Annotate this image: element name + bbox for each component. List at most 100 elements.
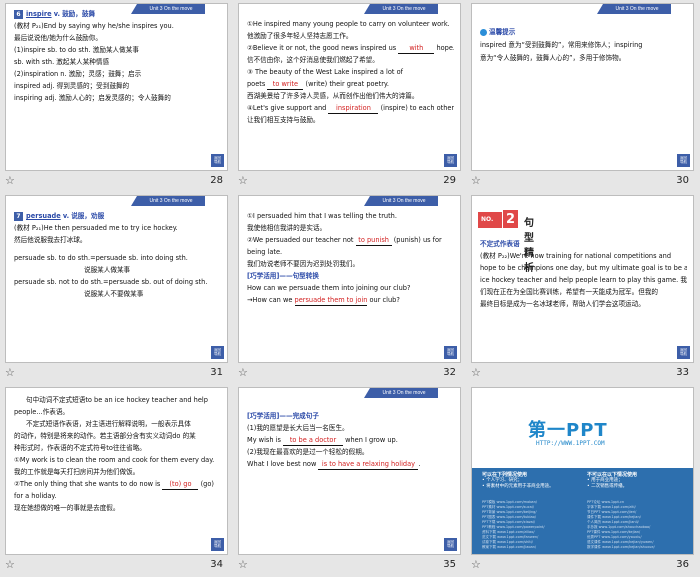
text-line: 的动作，特别是将来的动作。若主语部分含有实义动词do 的某 (14, 432, 196, 440)
text-line: sb. with sth. 激起某人某种情感 (14, 58, 110, 66)
nav-return-button[interactable]: 返回 导航 (211, 346, 224, 359)
slide-thumb-33[interactable]: NO. 2 句型精析 不定式作表语 (教材 P₂₂)We're now trai… (466, 192, 699, 384)
text-line: 句中动词不定式短语to be an ice hockey teacher and… (26, 396, 208, 404)
slide-canvas: NO. 2 句型精析 不定式作表语 (教材 P₂₂)We're now trai… (471, 195, 694, 363)
slide-thumb-31[interactable]: Unit 3 On the move 7 persuade v. 说服，劝服 (… (0, 192, 233, 384)
list-item[interactable]: 数学课件 www.1ppt.com/kejian/shuxue/ (587, 545, 655, 550)
answer-blank: to be a doctor (283, 436, 343, 446)
nav-return-button[interactable]: 返回 导航 (444, 538, 457, 551)
text-line: (1)我的愿望是长大后当一名医生。 (247, 424, 349, 432)
text-line: for a holiday. (14, 492, 57, 500)
nav-return-button[interactable]: 返回 导航 (677, 154, 690, 167)
text-line: 说服某人不要做某事 (84, 290, 144, 298)
nav-return-button[interactable]: 返回 导航 (211, 538, 224, 551)
text-line: (1)inspire sb. to do sth. 激励某人做某事 (14, 46, 139, 54)
slide-canvas: Unit 3 On the move 温馨提示 inspired 意为“受到鼓舞… (471, 3, 694, 171)
text-line: 现在她想做的唯一的事就是去度假。 (14, 504, 120, 512)
link-list: PPT模板 www.1ppt.com/moban/ PPT素材 www.1ppt… (482, 500, 545, 550)
answer-blank: (to) go (162, 480, 199, 490)
slide-thumb-35[interactable]: Unit 3 On the move [巧学活用]——完成句子 (1)我的愿望是… (233, 384, 466, 576)
list-item[interactable]: 教案下载 www.1ppt.com/jiaoan/ (482, 545, 545, 550)
page-number: 28 (210, 175, 223, 186)
text-line: ②We persuaded our teacher not to punish … (247, 236, 442, 246)
text-line: poets to write (write) their great poetr… (247, 80, 389, 90)
unit-tag: Unit 3 On the move (131, 196, 205, 206)
text-line: (教材 P₂₂)We're now training for national … (480, 252, 672, 260)
text-line: 说服某人做某事 (84, 266, 131, 274)
slide-thumb-34[interactable]: 句中动词不定式短语to be an ice hockey teacher and… (0, 384, 233, 576)
vocab-heading: 7 persuade v. 说服，劝服 (14, 210, 221, 222)
page-number: 30 (676, 175, 689, 186)
star-icon[interactable]: ☆ (5, 557, 15, 573)
text-line: ②Believe it or not, the good news inspir… (247, 44, 454, 54)
text-line: What I love best now is to have a relaxi… (247, 460, 421, 470)
page-number: 34 (210, 559, 223, 570)
keyword: inspire (26, 10, 52, 18)
star-icon[interactable]: ☆ (471, 173, 481, 189)
star-icon[interactable]: ☆ (471, 557, 481, 573)
text-line: 最后说说他/她为什么鼓励你。 (14, 34, 102, 42)
tip-heading: 温馨提示 (480, 26, 687, 39)
text-line: 我们劝说老师不要因为迟到处罚我们。 (247, 260, 360, 268)
text-line: How can we persuade them into joining ou… (247, 284, 411, 292)
answer-blank: persuade them to join (294, 296, 368, 306)
star-icon[interactable]: ☆ (471, 365, 481, 381)
unit-tag: Unit 3 On the move (597, 4, 671, 14)
slide-canvas: Unit 3 On the move 6 inspire v. 鼓励，鼓舞 (教… (5, 3, 228, 171)
nav-return-button[interactable]: 返回 导航 (211, 154, 224, 167)
text-line: ③ The beauty of the West Lake inspired a… (247, 68, 403, 76)
section-label: [巧学活用]——完成句子 (247, 412, 319, 420)
text-line: ①He inspired many young people to carry … (247, 20, 450, 28)
text-line: persuade sb. not to do sth.=persuade sb.… (14, 278, 208, 286)
slide-thumb-32[interactable]: Unit 3 On the move ①I persuaded him that… (233, 192, 466, 384)
slide-canvas: 句中动词不定式短语to be an ice hockey teacher and… (5, 387, 228, 555)
star-icon[interactable]: ☆ (238, 365, 248, 381)
slide-thumb-36[interactable]: 第一PPT HTTP://WWW.1PPT.COM 可以在下列情况使用 • 个人… (466, 384, 699, 576)
text-line: persuade sb. to do sth.=persuade sb. int… (14, 254, 188, 262)
text-line: 意为“令人鼓舞的，鼓舞人心的”，多用于修饰物。 (480, 54, 626, 62)
star-icon[interactable]: ☆ (238, 557, 248, 573)
text-line: ①My work is to clean the room and cook f… (14, 456, 215, 464)
slide-canvas: Unit 3 On the move [巧学活用]——完成句子 (1)我的愿望是… (238, 387, 461, 555)
star-icon[interactable]: ☆ (5, 173, 15, 189)
star-icon[interactable]: ☆ (5, 365, 15, 381)
answer-blank: to punish (355, 236, 392, 246)
unit-tag: Unit 3 On the move (364, 4, 438, 14)
nav-return-button[interactable]: 返回 导航 (444, 154, 457, 167)
text-line: 然后他说服我去打冰球。 (14, 236, 87, 244)
slide-thumb-30[interactable]: Unit 3 On the move 温馨提示 inspired 意为“受到鼓舞… (466, 0, 699, 192)
text-line: My wish is to be a doctor when I grow up… (247, 436, 398, 446)
slide-thumb-29[interactable]: Unit 3 On the move ①He inspired many you… (233, 0, 466, 192)
brand-logo: 第一PPT (528, 420, 608, 441)
usage-panel: 可以在下列情况使用 • 个人学习、研究； • 将素材中的元素用于非商业用途。 不… (472, 468, 693, 554)
text-line: ④Let's give support and inspiration (ins… (247, 104, 454, 114)
brand-url[interactable]: HTTP://WWW.1PPT.COM (536, 440, 605, 447)
text-line: ②The only thing that she wants to do now… (14, 480, 214, 490)
text-line: hope to be champions one day, but my ult… (480, 264, 687, 272)
nav-return-button[interactable]: 返回 导航 (677, 346, 690, 359)
page-number: 29 (443, 175, 456, 186)
slide-thumb-28[interactable]: Unit 3 On the move 6 inspire v. 鼓励，鼓舞 (教… (0, 0, 233, 192)
text-line: ①I persuaded him that I was telling the … (247, 212, 397, 220)
text-line: 不定式短语作表语，对主语进行解释说明，一般表示具体 (26, 420, 191, 428)
text-line: inspiring adj. 激励人心的；启发灵感的；令人鼓舞的 (14, 94, 171, 102)
star-icon[interactable]: ☆ (238, 173, 248, 189)
text-line: 我使他相信我讲的是实话。 (247, 224, 327, 232)
text-line: inspired 意为“受到鼓舞的”，常用来修饰人；inspiring (480, 41, 643, 49)
section-label: [巧学活用]——句型转换 (247, 272, 319, 280)
text-line: 种形式时，作表语的不定式符号to往往省略。 (14, 444, 146, 452)
item-number: 7 (14, 212, 23, 221)
nav-return-button[interactable]: 返回 导航 (444, 346, 457, 359)
text-line: 他激励了很多年轻人坚持志愿工作。 (247, 32, 353, 40)
text-line: 我的工作就是每天打扫房间并为他们做饭。 (14, 468, 140, 476)
text-line: people...作表语。 (14, 408, 70, 416)
slide-canvas: 第一PPT HTTP://WWW.1PPT.COM 可以在下列情况使用 • 个人… (471, 387, 694, 555)
text-line: being late. (247, 248, 283, 256)
page-number: 36 (676, 559, 689, 570)
unit-tag: Unit 3 On the move (364, 196, 438, 206)
slide-canvas: Unit 3 On the move ①He inspired many you… (238, 3, 461, 171)
text-line: ice hockey teacher and help people learn… (480, 276, 687, 284)
answer-blank: is to have a relaxing holiday (318, 460, 419, 470)
text-line: 们现在正在为全国比赛训练，希望有一天能成为冠军。但我的 (480, 288, 659, 296)
page-number: 33 (676, 367, 689, 378)
